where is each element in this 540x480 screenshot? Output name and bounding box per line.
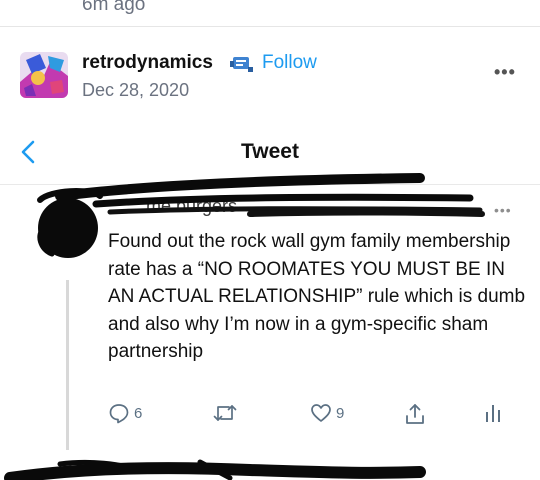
redaction-scribble-bottom	[4, 459, 426, 480]
share-button[interactable]	[404, 402, 426, 426]
like-button[interactable]: 9	[310, 402, 344, 424]
retweet-button[interactable]	[212, 402, 238, 424]
reply-button[interactable]: 6	[108, 402, 142, 424]
stats-icon	[486, 405, 500, 422]
share-icon	[406, 404, 424, 424]
thread-line	[66, 280, 69, 450]
like-count: 9	[336, 404, 345, 422]
reply-icon	[109, 404, 129, 424]
tweet-text: Found out the rock wall gym family membe…	[108, 231, 526, 362]
retweet-icon	[213, 405, 237, 421]
reply-count: 6	[134, 404, 143, 422]
heart-icon	[311, 404, 331, 422]
tweet-more-icon[interactable]: •••	[494, 202, 512, 218]
stats-button[interactable]	[484, 402, 502, 424]
